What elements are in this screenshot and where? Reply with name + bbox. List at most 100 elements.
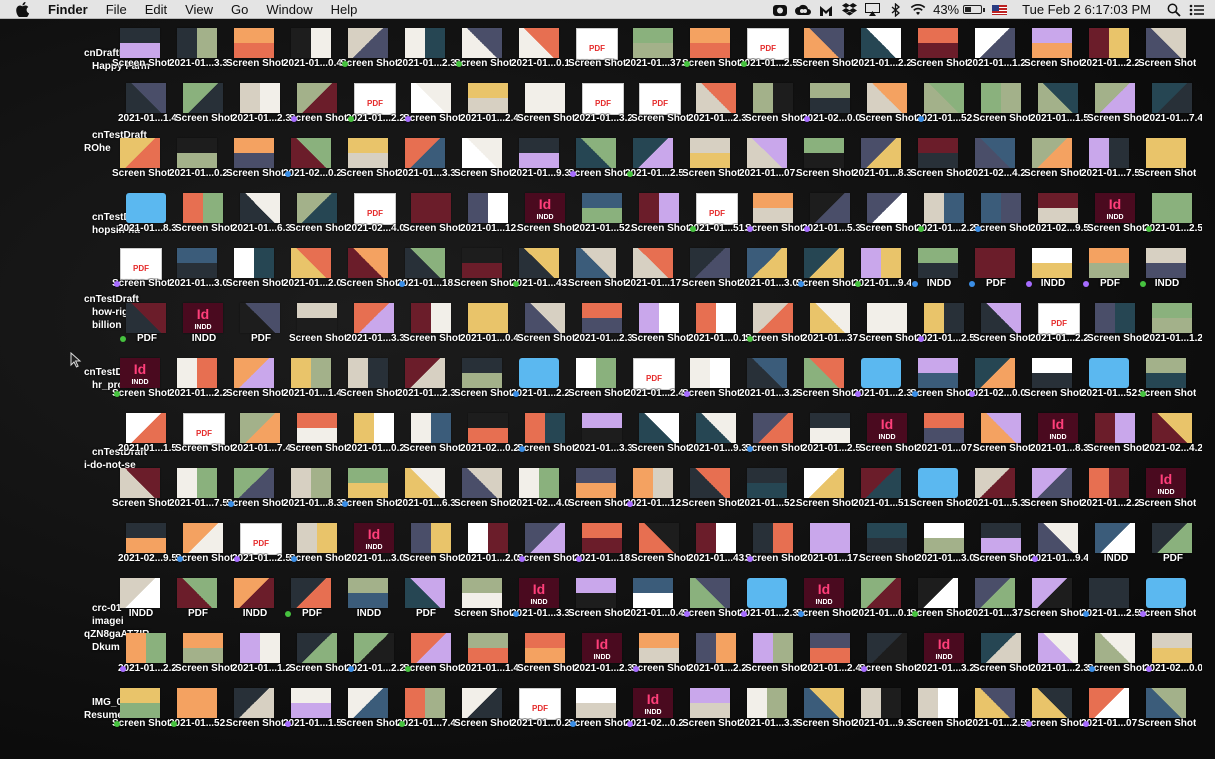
desktop-file-icon[interactable]: 2021-01...0.44 PM [283,28,341,84]
dropbox-icon[interactable] [841,2,857,18]
desktop-file-icon[interactable]: 2021-01...51.57 PM [853,468,911,524]
desktop-file-icon[interactable]: Screen Shot [1087,83,1145,139]
desktop-file-icon[interactable]: 2021-01...2.31 PM [397,28,455,84]
desktop-file-icon[interactable]: Screen Shot [745,413,803,469]
desktop-file-icon[interactable]: PDF2021-01...51.57 PM [688,193,746,249]
desktop-file-icon[interactable]: 2021-01...2.35 AM [397,358,455,414]
desktop-file-icon[interactable]: Screen Shot [226,248,284,304]
desktop-file-icon[interactable]: 2021-01...3.08 PM [739,248,797,304]
desktop-file-icon[interactable]: Id INDD Screen Shot [112,358,170,414]
desktop-file-icon[interactable]: Screen Shot [1138,688,1196,744]
desktop-file-icon[interactable]: Screen Shot [859,523,917,579]
desktop-file-icon[interactable]: PDF2021-01...2.46 PM [625,358,683,414]
desktop-file-icon[interactable]: Screen Shot [289,83,347,139]
desktop-file-icon[interactable]: 2021-01...6.38 AM [397,468,455,524]
desktop-file-icon[interactable]: 2021-02...9.59 AM [118,523,176,579]
desktop-file-icon[interactable]: Screen Shot [745,193,803,249]
desktop-file-icon[interactable]: Screen Shot [568,468,626,524]
desktop-file-icon[interactable]: Screen Shot [1024,578,1082,634]
desktop-file-icon[interactable]: 2021-01...9.36 PM [853,688,911,744]
desktop-file-icon[interactable]: 2021-01...3.36 PM [574,413,632,469]
desktop-file-icon[interactable]: 2021-01...2.23 PM [511,358,569,414]
desktop-file-icon[interactable]: Id INDD INDD [175,303,233,359]
desktop-file-icon[interactable]: 2021-01...3.07 PM [169,248,227,304]
desktop-file-icon[interactable]: Screen Shot [175,83,233,139]
desktop-file-icon[interactable]: Screen Shot [1138,28,1196,84]
desktop-file-icon[interactable]: 2021-02...9.59 AM [1030,193,1088,249]
desktop-file-icon[interactable]: Screen Shot [973,413,1031,469]
desktop-file-icon[interactable]: 2021-02...4.26 PM [967,138,1025,194]
desktop-file-icon[interactable]: Screen Shot [745,83,803,139]
desktop-file-icon[interactable]: Screen Shot [568,578,626,634]
desktop-file-icon[interactable]: 2021-01...37.41 AM [967,578,1025,634]
desktop-file-icon[interactable]: Screen Shot [568,688,626,744]
desktop-file-icon[interactable]: Screen Shot [973,523,1031,579]
desktop-file-icon[interactable]: Id INDD Screen Shot [859,413,917,469]
desktop-file-icon[interactable]: 2021-02...0.00 AM [967,358,1025,414]
desktop-file-icon[interactable]: Screen Shot [517,303,575,359]
desktop-file-icon[interactable]: 2021-01...37.41 AM [802,303,860,359]
desktop-file-icon[interactable]: 2021-01...0.29 PM [169,138,227,194]
desktop-file-icon[interactable]: IdINDD2021-01...3.22 PM [916,633,974,689]
desktop-file-icon[interactable]: 2021-02...0.28 AM [283,138,341,194]
desktop-file-icon[interactable]: Screen Shot [289,633,347,689]
desktop-file-icon[interactable]: 2021-01...37.41 AM [625,28,683,84]
desktop-file-icon[interactable]: Screen Shot [1087,413,1145,469]
us-flag-icon[interactable] [992,4,1008,15]
desktop-file-icon[interactable]: PDF [967,248,1025,304]
desktop-file-icon[interactable]: Screen Shot [340,688,398,744]
desktop-file-icon[interactable]: 2021-01...2.23 PM [688,633,746,689]
desktop-file-icon[interactable]: Screen Shot [796,28,854,84]
desktop-file-icon[interactable]: Screen Shot [745,523,803,579]
desktop-file-icon[interactable]: Screen Shot [340,468,398,524]
desktop-file-icon[interactable]: 2021-01...3.36 PM [739,688,797,744]
desktop-file-icon[interactable]: 2021-01...6.38 AM [232,193,290,249]
desktop-file-icon[interactable]: 2021-02...4.05 PM [511,468,569,524]
menu-go[interactable]: Go [222,0,257,19]
desktop-file-icon[interactable]: IdINDD2021-02...0.28 AM [625,688,683,744]
desktop-file-icon[interactable]: Screen Shot [631,523,689,579]
menu-window[interactable]: Window [257,0,321,19]
desktop-file-icon[interactable]: Screen Shot [112,138,170,194]
desktop-file-icon[interactable]: 2021-01...1.54 PM [1030,83,1088,139]
desktop-file-icon[interactable]: 2021-01...2.02 PM [283,248,341,304]
desktop-file-icon[interactable]: 2021-01...2.59 AM [802,413,860,469]
desktop-file-icon[interactable]: 2021-01...2.20 AM [853,28,911,84]
desktop-file-icon[interactable]: Screen Shot [796,468,854,524]
desktop-file-icon[interactable]: 2021-01...17.31 PM [802,523,860,579]
desktop-file-icon[interactable]: PDF [1081,248,1139,304]
desktop-file-icon[interactable]: 2021-01...18.10 PM [574,523,632,579]
desktop-file-icon[interactable]: 2021-01...12.18 PM [460,193,518,249]
desktop-file-icon[interactable]: 2021-01...1.44 PM [118,83,176,139]
desktop-file-icon[interactable]: 2021-01...8.31 PM [853,138,911,194]
desktop-file-icon[interactable]: IdINDD2021-01...3.07 PM [346,523,404,579]
desktop-file-icon[interactable]: PDF Screen Shot [175,413,233,469]
desktop-file-icon[interactable]: 2021-01...3.22 PM [739,358,797,414]
desktop-file-icon[interactable]: Screen Shot [568,248,626,304]
desktop-file-icon[interactable]: Screen Shot [910,138,968,194]
desktop-file-icon[interactable]: Screen Shot [226,138,284,194]
desktop-file-icon[interactable]: Screen Shot [517,523,575,579]
desktop-file-icon[interactable]: Screen Shot [859,303,917,359]
desktop-file-icon[interactable]: Screen Shot [454,248,512,304]
desktop-file-icon[interactable]: PDF [397,578,455,634]
desktop-file-icon[interactable]: 2021-01...2.46 PM [802,633,860,689]
desktop-file-icon[interactable]: 2021-01...9.44 PM [853,248,911,304]
desktop-file-icon[interactable]: 2021-01...2.34 PM [688,83,746,139]
desktop-file-icon[interactable]: 2021-01...0.44 PM [460,303,518,359]
desktop-file-icon[interactable]: 2021-01...07.57 PM [916,413,974,469]
desktop-file-icon[interactable]: 2021-02...0.00 AM [802,83,860,139]
desktop-file-icon[interactable]: 2021-01...7.47 AM [1144,83,1202,139]
desktop-file-icon[interactable]: IdINDD2021-01...2.35 AM [574,633,632,689]
desktop-file-icon[interactable]: 2021-01...0.19 PM [853,578,911,634]
desktop-file-icon[interactable]: PDF2021-01...2.23 PM [346,83,404,139]
desktop-file-icon[interactable]: Screen Shot [745,303,803,359]
menu-file[interactable]: File [97,0,136,19]
desktop-file-icon[interactable]: PDF [232,303,290,359]
desktop-file-label[interactable]: ROhe [84,143,111,154]
desktop-file-icon[interactable]: Screen Shot [1024,688,1082,744]
desktop-file-icon[interactable]: Screen Shot [910,578,968,634]
desktop-file-icon[interactable]: 2021-01...43.12 PM [511,248,569,304]
desktop-file-icon[interactable]: Screen Shot [1024,468,1082,524]
desktop-file-icon[interactable]: 2021-01...8.38 PM [283,468,341,524]
